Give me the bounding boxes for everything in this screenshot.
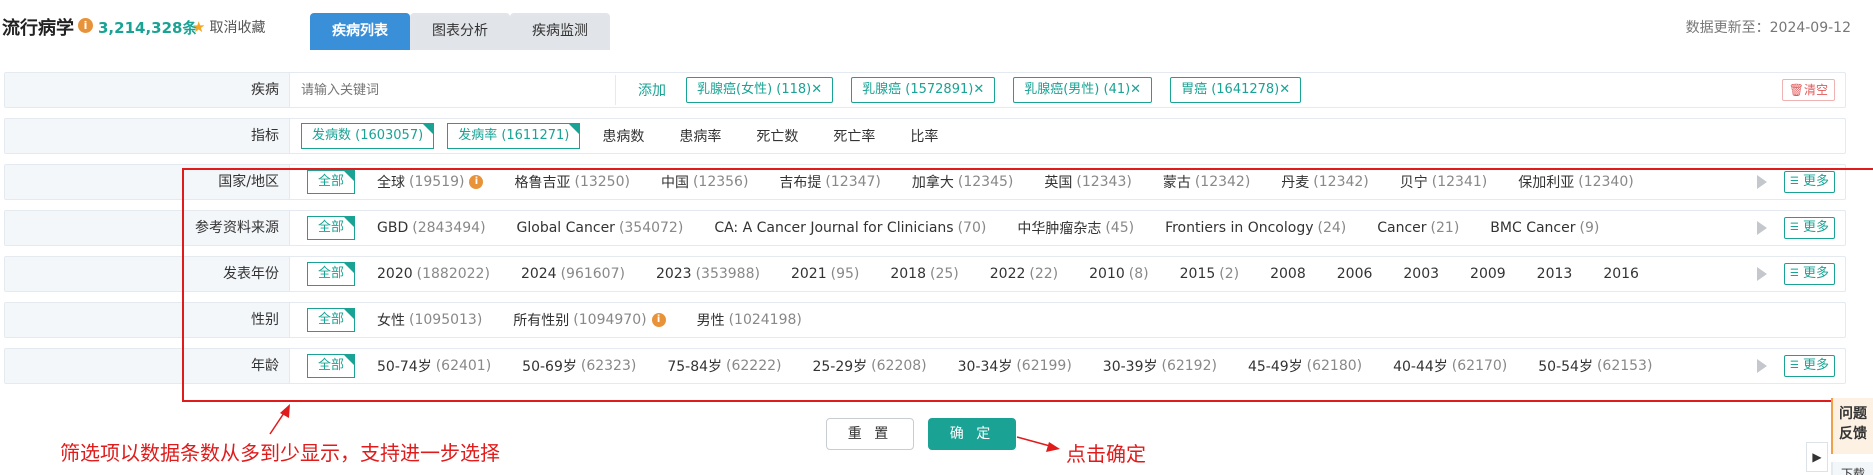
data-update-date: 数据更新至：2024-09-12	[1685, 20, 1851, 36]
selected-corner-icon	[568, 123, 581, 135]
indicator-option[interactable]: 死亡率	[833, 126, 875, 146]
star-icon: ★	[192, 18, 206, 36]
tab-chart-analysis[interactable]: 图表分析	[410, 13, 510, 50]
clear-label: 清空	[1803, 83, 1828, 97]
feedback-label-1: 问题	[1839, 406, 1867, 422]
indicator-filter-row: 指标 发病数 (1603057) 发病率 (1611271) 患病数 患病率 死…	[4, 118, 1846, 154]
trash-icon: 🗑	[1788, 83, 1804, 97]
download-side-button[interactable]: 下载	[1831, 462, 1873, 475]
confirm-button[interactable]: 确 定	[928, 418, 1016, 450]
unfavorite-button[interactable]: ★ 取消收藏	[192, 17, 265, 37]
disease-filter-body: 添加 乳腺癌(女性) (118)✕ 乳腺癌 (1572891)✕ 乳腺癌(男性)…	[301, 73, 1845, 107]
disease-chip[interactable]: 乳腺癌 (1572891)✕	[851, 77, 996, 103]
side-expand-arrow-icon[interactable]: ▶	[1806, 442, 1828, 472]
indicator-filter-body: 发病数 (1603057) 发病率 (1611271) 患病数 患病率 死亡数 …	[301, 119, 1845, 153]
record-count: 3,214,328条	[98, 19, 198, 37]
annotation-highlight-box	[182, 168, 1873, 402]
page-title: 流行病学	[2, 18, 74, 39]
indicator-option[interactable]: 患病率	[679, 126, 721, 146]
indicator-selected-chip[interactable]: 发病数 (1603057)	[301, 123, 435, 149]
add-disease-button[interactable]: 添加	[638, 80, 666, 100]
clear-button[interactable]: 🗑清空	[1781, 79, 1835, 101]
indicator-chip-label: 发病率 (1611271)	[458, 128, 570, 143]
selected-corner-icon	[422, 123, 435, 135]
tab-disease-monitoring[interactable]: 疾病监测	[510, 13, 610, 50]
feedback-label-2: 反馈	[1839, 426, 1867, 442]
indicator-option[interactable]: 患病数	[602, 126, 644, 146]
unfavorite-label: 取消收藏	[209, 20, 266, 36]
disease-filter-row: 疾病 添加 乳腺癌(女性) (118)✕ 乳腺癌 (1572891)✕ 乳腺癌(…	[4, 72, 1846, 108]
disease-label: 疾病	[5, 73, 290, 107]
annotation-text-left: 筛选项以数据条数从多到少显示，支持进一步选择	[60, 441, 500, 465]
indicator-label: 指标	[5, 119, 290, 153]
disease-chip[interactable]: 胃癌 (1641278)✕	[1170, 77, 1302, 103]
disease-chip[interactable]: 乳腺癌(男性) (41)✕	[1013, 77, 1153, 103]
indicator-chip-label: 发病数 (1603057)	[312, 128, 424, 143]
info-icon[interactable]: i	[78, 18, 93, 33]
indicator-option[interactable]: 比率	[910, 126, 938, 146]
annotation-text-right: 点击确定	[1066, 442, 1146, 466]
reset-button[interactable]: 重 置	[826, 418, 914, 450]
main-tabs: 疾病列表 图表分析 疾病监测	[310, 13, 610, 50]
disease-search-input[interactable]	[301, 75, 616, 105]
top-bar: 流行病学 i 3,214,328条 ★ 取消收藏 疾病列表 图表分析 疾病监测 数…	[0, 0, 1873, 52]
tab-disease-list[interactable]: 疾病列表	[310, 13, 410, 50]
indicator-selected-chip[interactable]: 发病率 (1611271)	[447, 123, 581, 149]
indicator-option[interactable]: 死亡数	[756, 126, 798, 146]
feedback-button[interactable]: 问题 反馈	[1831, 398, 1873, 454]
disease-chip[interactable]: 乳腺癌(女性) (118)✕	[686, 77, 834, 103]
